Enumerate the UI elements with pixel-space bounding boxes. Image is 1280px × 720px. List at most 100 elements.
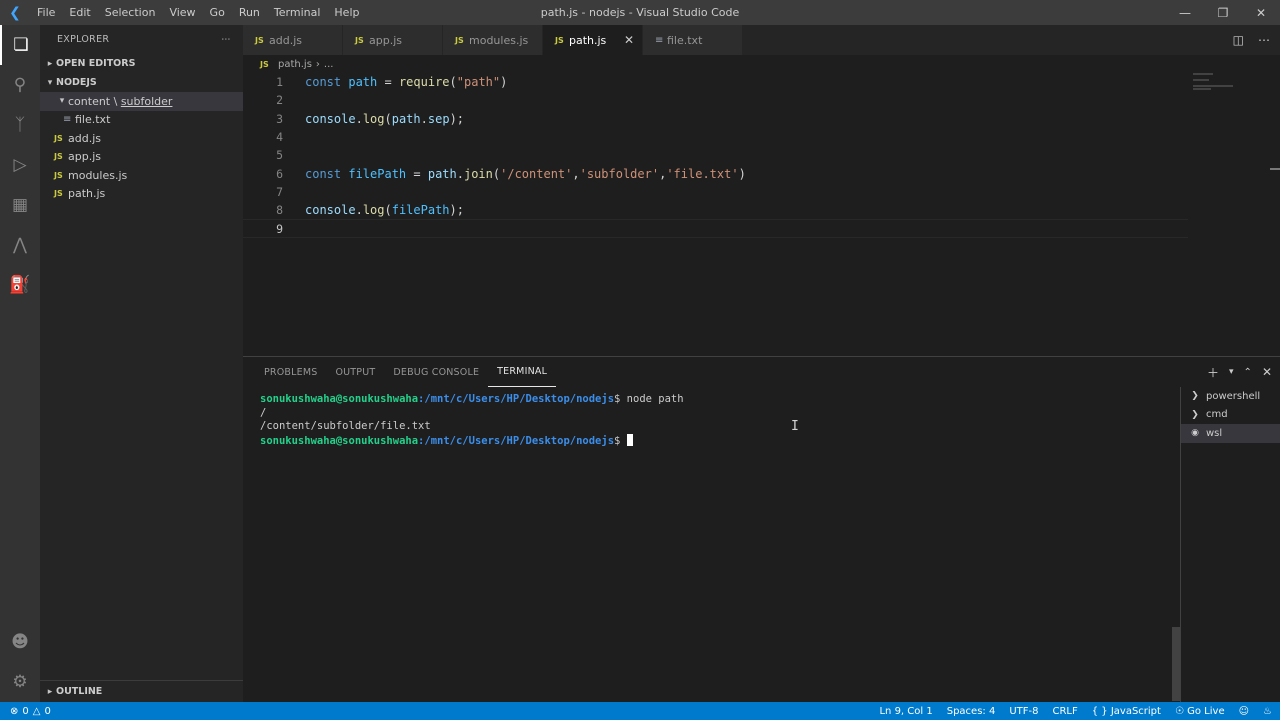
file-label: path.js	[68, 187, 106, 201]
menu-edit[interactable]: Edit	[62, 0, 97, 25]
terminal-instance-wsl[interactable]: ◉ wsl	[1181, 424, 1280, 443]
code-text: console.log(path.sep);	[305, 111, 465, 126]
text-file-icon: ≡	[655, 34, 664, 46]
breadcrumb-symbol[interactable]: ...	[324, 59, 334, 70]
tree-file-path-js[interactable]: JS path.js	[40, 185, 243, 204]
menu-help[interactable]: Help	[327, 0, 366, 25]
language-label: JavaScript	[1110, 705, 1161, 717]
maximize-panel-icon[interactable]: ⌃	[1244, 367, 1252, 378]
explorer-header: EXPLORER ⋯	[40, 25, 243, 54]
tab-label: modules.js	[469, 33, 529, 47]
tab-debug-console[interactable]: DEBUG CONSOLE	[384, 357, 488, 387]
tree-file-modules-js[interactable]: JS modules.js	[40, 166, 243, 185]
extensions-icon[interactable]: ▦	[0, 185, 40, 225]
code-line: 2	[243, 91, 1188, 109]
chevron-down-icon[interactable]: ▾	[1229, 367, 1234, 377]
menu-selection[interactable]: Selection	[98, 0, 163, 25]
end-of-line[interactable]: CRLF	[1052, 706, 1077, 717]
code-line: 4	[243, 128, 1188, 146]
code-line: 8 console.log(filePath);	[243, 201, 1188, 219]
file-encoding[interactable]: UTF-8	[1009, 706, 1038, 717]
tab-label: path.js	[569, 33, 607, 47]
tab-problems[interactable]: PROBLEMS	[255, 357, 326, 387]
workspace-root-label: NODEJS	[56, 77, 97, 88]
terminal-scrollbar[interactable]	[1172, 627, 1180, 701]
more-actions-icon[interactable]: ⋯	[221, 34, 231, 45]
notifications-bell-icon[interactable]: ♨	[1263, 706, 1272, 717]
docker-icon[interactable]: ⛽	[0, 265, 40, 305]
tab-add-js[interactable]: JS add.js	[243, 25, 343, 55]
terminal-line: sonukushwaha@sonukushwaha:/mnt/c/Users/H…	[260, 393, 684, 405]
tree-file-add-js[interactable]: JS add.js	[40, 129, 243, 148]
code-editor[interactable]: 1 const path = require("path") 2 3 conso…	[243, 73, 1280, 356]
file-label: modules.js	[68, 168, 128, 182]
cursor-position[interactable]: Ln 9, Col 1	[879, 706, 932, 717]
tree-folder-content[interactable]: ▾ content \ subfolder	[40, 92, 243, 111]
panel-actions: ＋ ▾ ⌃ ✕	[1207, 357, 1272, 387]
close-tab-icon[interactable]: ✕	[624, 33, 634, 47]
source-control-icon[interactable]: ᛉ	[0, 105, 40, 145]
editor-tabs: JS add.js JS app.js JS modules.js JS pat…	[243, 25, 1280, 55]
feedback-icon[interactable]: ☺	[1239, 706, 1249, 717]
menu-run[interactable]: Run	[232, 0, 267, 25]
go-live-label: Go Live	[1187, 705, 1225, 717]
explorer-icon[interactable]: ❏	[0, 25, 40, 65]
terminal-instance-label: powershell	[1206, 390, 1261, 402]
settings-gear-icon[interactable]: ⚙	[0, 662, 40, 702]
tab-path-js[interactable]: JS path.js ✕	[543, 25, 643, 55]
more-actions-icon[interactable]: ⋯	[1258, 33, 1270, 47]
minimize-icon[interactable]: —	[1166, 0, 1204, 25]
code-text: const path = require("path")	[305, 75, 508, 90]
line-number: 6	[276, 166, 283, 181]
split-editor-icon[interactable]: ◫	[1233, 33, 1244, 47]
terminal-output[interactable]: sonukushwaha@sonukushwaha:/mnt/c/Users/H…	[260, 393, 684, 448]
tab-modules-js[interactable]: JS modules.js	[443, 25, 543, 55]
status-bar: ⊗ 0 △ 0 Ln 9, Col 1 Spaces: 4 UTF-8 CRLF…	[0, 702, 1280, 720]
terminal-icon: ❯	[1191, 409, 1199, 420]
tab-label: add.js	[269, 33, 302, 47]
tab-label: app.js	[369, 33, 402, 47]
close-window-icon[interactable]: ✕	[1242, 0, 1280, 25]
tab-terminal[interactable]: TERMINAL	[488, 357, 557, 387]
tab-app-js[interactable]: JS app.js	[343, 25, 443, 55]
outline-section[interactable]: ▸ OUTLINE	[40, 680, 243, 702]
account-icon[interactable]: ☻	[0, 622, 40, 662]
menu-view[interactable]: View	[162, 0, 202, 25]
tab-actions: ◫ ⋯	[1233, 25, 1270, 55]
line-number: 7	[276, 184, 283, 199]
line-number: 2	[276, 93, 283, 108]
title-bar: ❮ File Edit Selection View Go Run Termin…	[0, 0, 1280, 25]
open-editors-section[interactable]: ▸ OPEN EDITORS	[40, 54, 243, 73]
js-file-icon: JS	[255, 35, 264, 45]
chevron-down-icon: ▾	[47, 77, 53, 88]
terminal-instance-powershell[interactable]: ❯ powershell	[1181, 387, 1280, 406]
minimap[interactable]	[1193, 73, 1268, 93]
breadcrumb-file[interactable]: path.js	[278, 59, 312, 70]
menu-terminal[interactable]: Terminal	[267, 0, 328, 25]
workspace-root-section[interactable]: ▾ NODEJS	[40, 73, 243, 92]
indentation-setting[interactable]: Spaces: 4	[947, 706, 996, 717]
go-live-button[interactable]: ☉ Go Live	[1175, 706, 1225, 717]
restore-icon[interactable]: ❐	[1204, 0, 1242, 25]
tree-file-app-js[interactable]: JS app.js	[40, 148, 243, 167]
new-terminal-icon[interactable]: ＋	[1207, 364, 1219, 381]
tab-file-txt[interactable]: ≡ file.txt	[643, 25, 743, 55]
terminal-line: sonukushwaha@sonukushwaha:/mnt/c/Users/H…	[260, 433, 684, 449]
run-debug-icon[interactable]: ▷	[0, 145, 40, 185]
code-line: 3 console.log(path.sep);	[243, 110, 1188, 128]
menu-go[interactable]: Go	[203, 0, 232, 25]
search-icon[interactable]: ⚲	[0, 65, 40, 105]
file-label: add.js	[68, 131, 101, 145]
tree-file-file-txt[interactable]: ≡ file.txt	[40, 111, 243, 130]
menu-file[interactable]: File	[30, 0, 62, 25]
terminal-instance-cmd[interactable]: ❯ cmd	[1181, 406, 1280, 425]
close-panel-icon[interactable]: ✕	[1262, 365, 1272, 379]
problems-status[interactable]: ⊗ 0 △ 0	[0, 706, 51, 717]
error-count: 0	[22, 705, 29, 717]
language-mode[interactable]: { } JavaScript	[1092, 706, 1161, 717]
azure-icon[interactable]: ⋀	[0, 225, 40, 265]
tab-output[interactable]: OUTPUT	[326, 357, 384, 387]
broadcast-icon: ☉	[1174, 705, 1184, 717]
line-number: 4	[276, 130, 283, 145]
js-file-icon: JS	[355, 35, 364, 45]
